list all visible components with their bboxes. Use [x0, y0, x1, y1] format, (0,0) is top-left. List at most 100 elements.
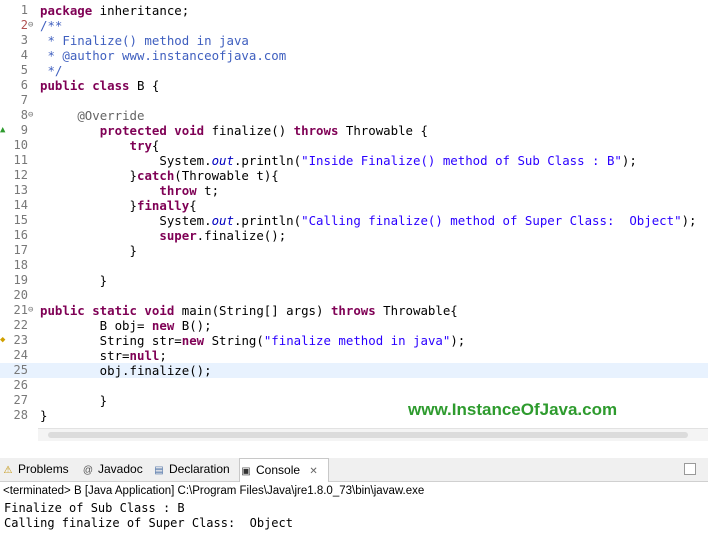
line-number: 5: [20, 63, 28, 77]
tab-problems[interactable]: ⚠ Problems: [2, 458, 74, 481]
line-number: 20: [13, 288, 28, 302]
code-line[interactable]: 7: [0, 93, 708, 108]
code-text: */: [40, 63, 63, 78]
line-number: 12: [13, 168, 28, 182]
code-text: }catch(Throwable t){: [40, 168, 279, 183]
bottom-panel: ⚠ Problems @ Javadoc ▤ Declaration ▣ Console…: [0, 458, 708, 559]
code-line[interactable]: 2 ⊖/**: [0, 18, 708, 33]
code-text: public class B {: [40, 78, 160, 93]
code-line[interactable]: 24 str=null;: [0, 348, 708, 363]
line-number: 27: [13, 393, 28, 407]
code-line[interactable]: 9 ▲ protected void finalize() throws Thro…: [0, 123, 708, 138]
fold-toggle-icon[interactable]: ⊖: [28, 108, 38, 123]
code-text: /**: [40, 18, 63, 33]
line-number: 15: [13, 213, 28, 227]
line-number: 24: [13, 348, 28, 362]
code-line[interactable]: 5 */: [0, 63, 708, 78]
console-icon: ▣: [241, 466, 251, 477]
close-icon[interactable]: ✕: [309, 466, 317, 477]
code-editor[interactable]: 1 package inheritance; 2 ⊖/** 3 * Finalize()…: [0, 0, 708, 441]
line-number: 11: [13, 153, 28, 167]
code-line[interactable]: 20: [0, 288, 708, 303]
code-line[interactable]: 21 ⊖ public static void main(String[] args…: [0, 303, 708, 318]
horizontal-scrollbar[interactable]: [38, 428, 708, 441]
code-line[interactable]: 15 System.out.println("Calling finalize(…: [0, 213, 708, 228]
code-line[interactable]: 22 B obj= new B();: [0, 318, 708, 333]
code-text: }: [40, 243, 137, 258]
minimize-panel-button[interactable]: [684, 463, 696, 475]
line-number: 10: [13, 138, 28, 152]
code-line[interactable]: 3 * Finalize() method in java: [0, 33, 708, 48]
code-line[interactable]: 19 }: [0, 273, 708, 288]
tab-declaration[interactable]: ▤ Declaration: [153, 458, 235, 481]
line-number: 17: [13, 243, 28, 257]
tab-console[interactable]: ▣ Console ✕: [239, 458, 329, 482]
code-line[interactable]: 14 }finally{: [0, 198, 708, 213]
panel-tab-bar: ⚠ Problems @ Javadoc ▤ Declaration ▣ Console…: [0, 458, 708, 482]
code-line[interactable]: 10 try{: [0, 138, 708, 153]
code-text: @Override: [77, 108, 145, 123]
warning-marker-icon[interactable]: ◆: [0, 333, 5, 348]
site-watermark: www.InstanceOfJava.com: [408, 400, 618, 419]
code-text: public static void main(String[] args) t…: [40, 303, 458, 318]
line-number: 4: [20, 48, 28, 62]
code-line[interactable]: 17 }: [0, 243, 708, 258]
code-text: obj.finalize();: [40, 363, 212, 378]
fold-toggle-icon[interactable]: ⊖: [28, 18, 38, 33]
fold-toggle-icon[interactable]: ⊖: [28, 303, 38, 318]
line-number: 8: [20, 108, 28, 122]
code-line[interactable]: 25 obj.finalize();: [0, 363, 708, 378]
code-line[interactable]: 1 package inheritance;: [0, 3, 708, 18]
code-line[interactable]: 16 super.finalize();: [0, 228, 708, 243]
code-text: }: [40, 273, 108, 288]
scrollbar-thumb[interactable]: [48, 432, 688, 438]
code-text: }: [40, 393, 108, 408]
line-number: 14: [13, 198, 28, 212]
code-text: throw t;: [159, 183, 220, 198]
code-line[interactable]: 13 throw t;: [0, 183, 708, 198]
line-number: 19: [13, 273, 28, 287]
code-text: }: [40, 408, 48, 423]
line-number: 22: [13, 318, 28, 332]
terminated-status: <terminated> B [Java Application] C:\Pro…: [3, 485, 425, 497]
line-number: 6: [20, 78, 28, 92]
line-number: 18: [13, 258, 28, 272]
console-output-line: Finalize of Sub Class : B: [4, 501, 185, 515]
line-number: 1: [20, 3, 28, 17]
code-text: System.out.println("Calling finalize() m…: [40, 213, 697, 228]
code-line[interactable]: 4 * @author www.instanceofjava.com: [0, 48, 708, 63]
line-number: 13: [13, 183, 28, 197]
override-marker-icon: ▲: [0, 125, 6, 135]
code-text: str=null;: [40, 348, 167, 363]
code-line[interactable]: 23 ◆ String str=new String("finalize meth…: [0, 333, 708, 348]
code-text: * Finalize() method in java: [40, 33, 249, 48]
code-text: super.finalize();: [159, 228, 287, 243]
code-text: B obj= new B();: [40, 318, 212, 333]
code-line[interactable]: 11 System.out.println("Inside Finalize()…: [0, 153, 708, 168]
code-line[interactable]: 6 public class B {: [0, 78, 708, 93]
code-text: protected void finalize() throws Throwab…: [99, 123, 428, 138]
line-number: 21: [13, 303, 28, 317]
console-output-line: Calling finalize of Super Class: Object: [4, 516, 293, 530]
line-number: 28: [13, 408, 28, 422]
line-number: 25: [13, 363, 28, 377]
code-text: }finally{: [40, 198, 197, 213]
code-line[interactable]: 12 }catch(Throwable t){: [0, 168, 708, 183]
line-number: 7: [20, 93, 28, 107]
code-line[interactable]: 26: [0, 378, 708, 393]
line-number: 2: [20, 18, 28, 32]
line-number: 3: [20, 33, 28, 47]
declaration-icon: ▤: [154, 465, 164, 476]
code-line[interactable]: 8 ⊖ @Override: [0, 108, 708, 123]
code-text: try{: [129, 138, 160, 153]
code-text: * @author www.instanceofjava.com: [40, 48, 287, 63]
code-text: String str=new String("finalize method i…: [40, 333, 466, 348]
line-number: 26: [13, 378, 28, 392]
problems-icon: ⚠: [3, 465, 13, 476]
code-text: package inheritance;: [40, 3, 190, 18]
line-number: 16: [13, 228, 28, 242]
javadoc-icon: @: [82, 465, 94, 476]
tab-javadoc[interactable]: @ Javadoc: [82, 458, 148, 481]
code-line[interactable]: 18: [0, 258, 708, 273]
code-text: System.out.println("Inside Finalize() me…: [40, 153, 637, 168]
